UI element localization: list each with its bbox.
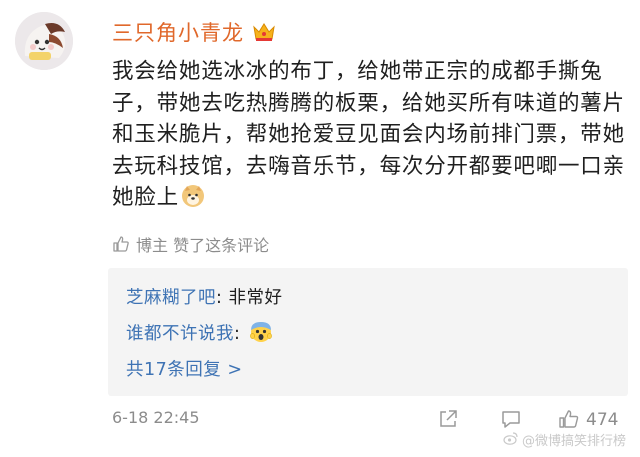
replies-panel: 芝麻糊了吧: 非常好 谁都不许说我: 共17条回复 > (108, 268, 628, 396)
crown-icon (252, 21, 276, 43)
reply-separator: : (234, 324, 247, 344)
thumbs-up-icon (112, 235, 130, 253)
reply-user[interactable]: 谁都不许说我 (126, 324, 234, 344)
reply-item[interactable]: 芝麻糊了吧: 非常好 (126, 284, 282, 309)
watermark: @微博搞笑排行榜 (503, 430, 626, 449)
author-liked-text: 博主 赞了这条评论 (136, 236, 270, 255)
avatar[interactable] (15, 12, 73, 70)
weibo-logo-icon (503, 431, 519, 449)
comment-icon[interactable] (500, 408, 522, 430)
author-liked-note: 博主 赞了这条评论 (112, 231, 269, 257)
username[interactable]: 三只角小青龙 (112, 17, 244, 47)
comment-text: 我会给她选冰冰的布丁，给她带正宗的成都手撕兔子，带她去吃热腾腾的板栗，给她买所有… (112, 56, 628, 214)
like-icon[interactable] (558, 408, 580, 430)
like-count: 474 (586, 410, 619, 430)
reply-item[interactable]: 谁都不许说我: (126, 320, 273, 345)
reply-user[interactable]: 芝麻糊了吧 (126, 288, 216, 308)
view-more-replies-link[interactable]: 共17条回复 > (126, 356, 243, 381)
username-row: 三只角小青龙 (112, 18, 276, 46)
scared-emoji-icon (250, 321, 273, 343)
doge-emoji-icon (181, 184, 205, 208)
reply-text: 非常好 (228, 288, 283, 308)
watermark-text: @微博搞笑排行榜 (521, 434, 626, 449)
share-icon[interactable] (437, 408, 459, 430)
reply-separator: : (216, 288, 229, 308)
timestamp: 6-18 22:45 (112, 408, 200, 427)
